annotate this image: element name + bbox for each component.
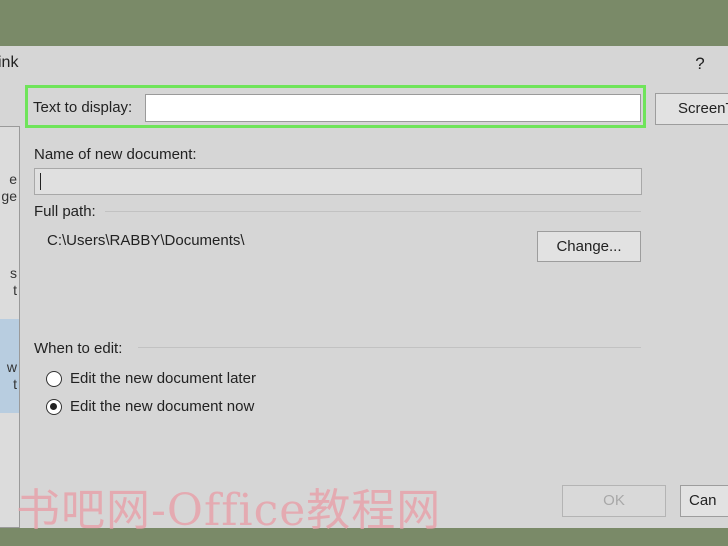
- radio-label: Edit the new document later: [70, 370, 256, 387]
- when-to-edit-label: When to edit:: [34, 340, 123, 357]
- separator: [138, 347, 641, 348]
- link-to-panel: e ge s t w t: [0, 126, 20, 528]
- link-to-item-create-new-document[interactable]: w t: [0, 319, 19, 413]
- change-button[interactable]: Change...: [537, 231, 641, 262]
- radio-label: Edit the new document now: [70, 398, 255, 415]
- radio-button[interactable]: [46, 371, 62, 387]
- link-to-item-place-in-document[interactable]: e ge: [1, 171, 17, 205]
- new-document-input[interactable]: [34, 168, 642, 195]
- link-to-item-label: s: [10, 265, 17, 281]
- dialog-title: ink: [0, 54, 19, 71]
- full-path-value: C:\Users\RABBY\Documents\: [47, 232, 245, 249]
- radio-selected-dot: [50, 403, 57, 410]
- new-document-label: Name of new document:: [34, 146, 197, 163]
- text-to-display-label: Text to display:: [33, 99, 132, 116]
- text-to-display-label-text: Text to display:: [33, 99, 133, 116]
- link-to-item-existing[interactable]: s t: [10, 265, 17, 299]
- text-caret: [40, 173, 41, 190]
- radio-button[interactable]: [46, 399, 62, 415]
- link-to-item-label: t: [13, 376, 17, 392]
- text-to-display-input[interactable]: [145, 94, 641, 122]
- link-to-item-label: ge: [1, 188, 17, 204]
- separator: [105, 211, 641, 212]
- link-to-item-label: w: [6, 359, 17, 375]
- screentip-button[interactable]: ScreenT: [655, 93, 728, 125]
- help-button[interactable]: ?: [691, 54, 709, 74]
- link-to-item-label: t: [13, 282, 17, 298]
- watermark: 书吧网-Office教程网: [16, 485, 442, 536]
- link-to-item-label: e: [9, 171, 17, 187]
- full-path-label: Full path:: [34, 203, 96, 220]
- cancel-button[interactable]: Can: [680, 485, 728, 517]
- ok-button[interactable]: OK: [562, 485, 666, 517]
